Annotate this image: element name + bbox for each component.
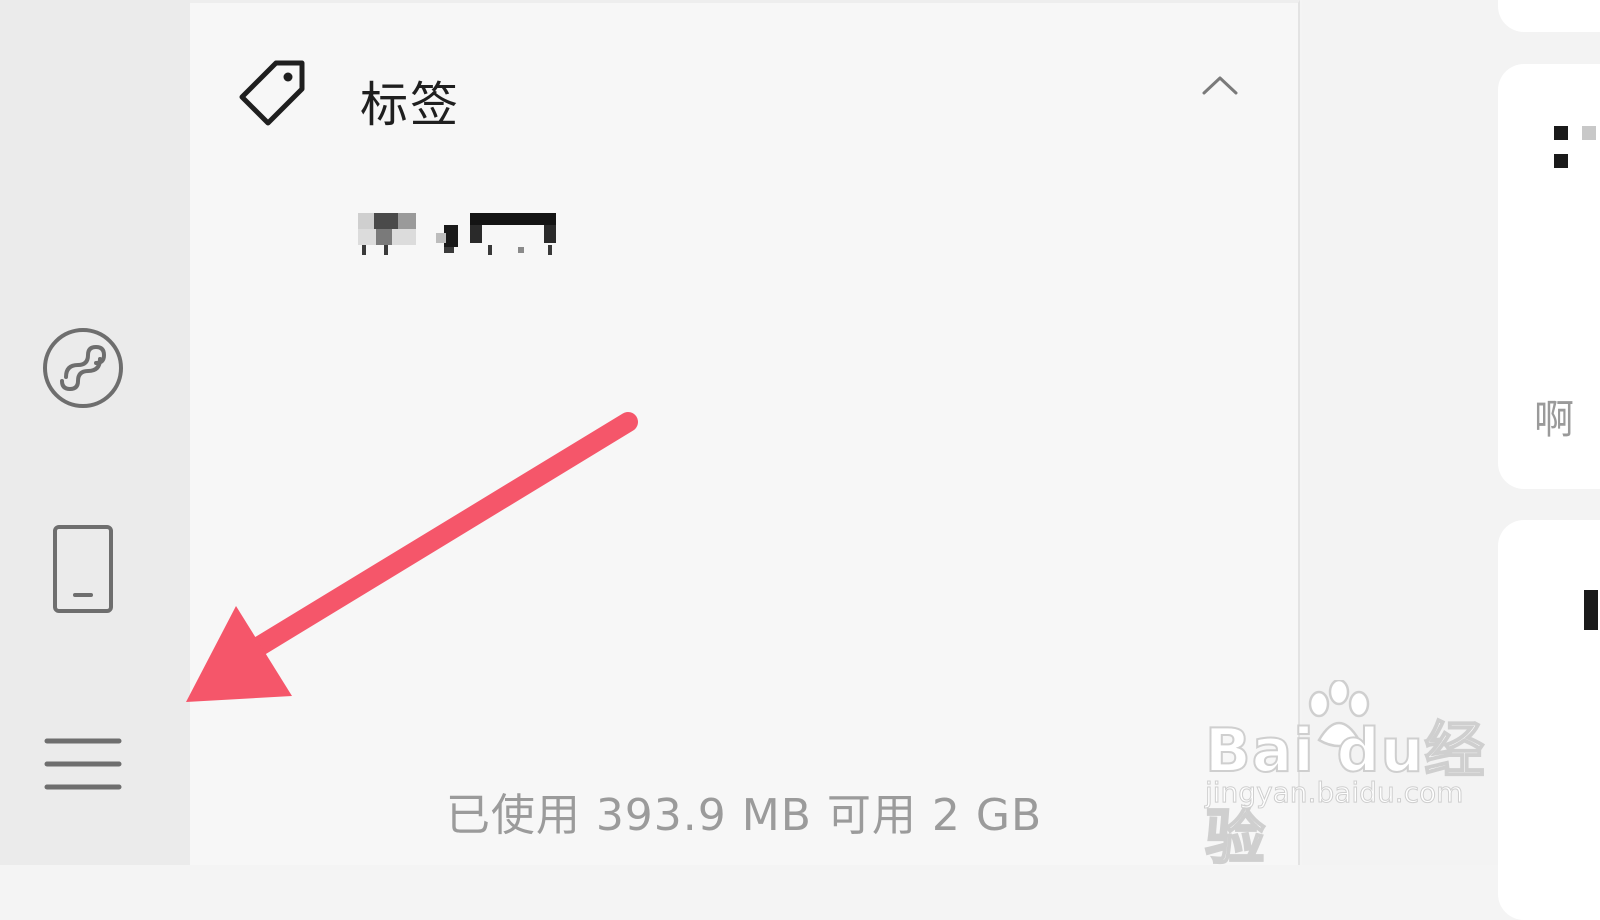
pixelated-thumbnail [1584,590,1598,630]
mini-program-button[interactable] [40,325,126,411]
tags-section-header[interactable]: 标签 [190,43,1298,143]
menu-button[interactable] [40,735,126,799]
collapse-button[interactable] [1200,73,1240,101]
phone-icon [53,525,113,613]
chevron-up-icon [1202,76,1238,95]
tag-item-pixelated[interactable] [358,213,558,257]
pixelated-thumbnail [1554,154,1568,168]
content-card[interactable]: 啊 [1498,64,1600,489]
menu-icon [44,738,122,790]
tag-icon [238,57,310,133]
pixelated-thumbnail [1582,126,1596,140]
content-card[interactable] [1498,520,1600,920]
storage-usage: 已使用 393.9 MB 可用 2 GB [445,790,1043,841]
card-text: 啊 [1534,397,1574,443]
mini-program-icon [43,328,123,408]
content-card[interactable] [1498,0,1600,32]
pixelated-tag-label [358,213,558,257]
baidu-watermark: Bai du经验 jingyan.baidu.com [1204,680,1505,874]
watermark-url: jingyan.baidu.com [1204,776,1464,810]
left-rail [0,0,190,865]
pixelated-thumbnail [1554,126,1568,140]
device-button[interactable] [40,525,126,615]
annotation-arrow-icon [186,412,638,702]
tags-title: 标签 [360,77,461,133]
